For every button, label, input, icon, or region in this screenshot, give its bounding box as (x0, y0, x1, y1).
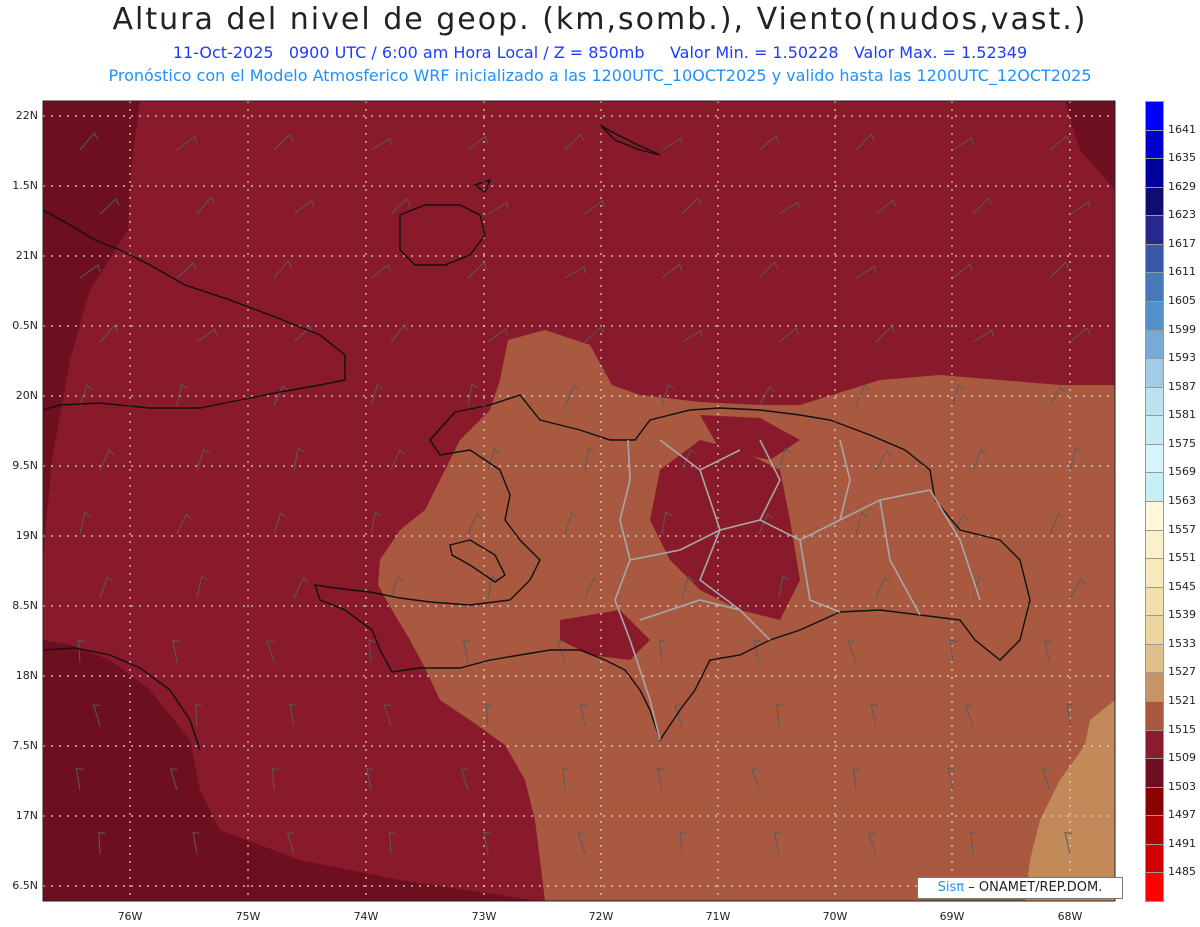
colorbar-swatch (1145, 701, 1164, 731)
colorbar-label: 1611 (1168, 265, 1196, 279)
colorbar-swatch (1145, 101, 1164, 131)
lon-label: 70W (822, 910, 848, 923)
colorbar-swatch (1145, 729, 1164, 760)
lat-label: 21N (15, 249, 38, 262)
lon-label: 69W (939, 910, 965, 923)
colorbar-swatch (1145, 358, 1164, 388)
lon-label: 76W (117, 910, 143, 923)
colorbar-swatch (1145, 472, 1164, 502)
colorbar-label: 1521 (1168, 694, 1196, 707)
colorbar-swatch (1145, 529, 1164, 560)
colorbar-label: 1551 (1168, 551, 1196, 565)
colorbar-label: 1593 (1168, 351, 1196, 365)
map-field (43, 101, 1115, 901)
colorbar-swatch (1145, 415, 1164, 445)
forecast-map (42, 100, 1116, 902)
sispi-logo: Sisπ (937, 880, 965, 895)
colorbar-label: 1581 (1168, 408, 1196, 422)
colorbar-swatch (1145, 758, 1164, 788)
lat-label: 1.5N (12, 179, 38, 192)
lat-label: 6.5N (12, 879, 38, 892)
lon-label: 68W (1057, 910, 1083, 923)
colorbar-label: 1515 (1168, 722, 1196, 736)
colorbar-swatch (1145, 158, 1164, 188)
lat-label: 19N (15, 529, 38, 542)
lon-label: 71W (705, 910, 731, 923)
colorbar-swatch (1145, 329, 1164, 360)
colorbar-label: 1485 (1168, 865, 1196, 879)
colorbar-label: 1503 (1168, 779, 1196, 793)
credit-text: – ONAMET/REP.DOM. (968, 880, 1103, 895)
colorbar-label: 1617 (1168, 236, 1196, 250)
colorbar-swatch (1145, 872, 1164, 902)
colorbar-label: 1491 (1168, 836, 1196, 850)
lon-label: 74W (353, 910, 379, 923)
colorbar-label: 1587 (1168, 379, 1196, 393)
colorbar-label: 1569 (1168, 465, 1196, 479)
colorbar-label: 1527 (1168, 665, 1196, 679)
colorbar-swatch (1145, 501, 1164, 531)
colorbar-swatch (1145, 443, 1164, 474)
lat-label: 7.5N (12, 739, 38, 752)
colorbar-swatch (1145, 129, 1164, 160)
colorbar-swatch (1145, 186, 1164, 217)
colorbar-label: 1629 (1168, 179, 1196, 193)
colorbar-swatch (1145, 786, 1164, 817)
colorbar-swatch (1145, 815, 1164, 845)
colorbar-swatch (1145, 243, 1164, 274)
credit-box: Sisπ – ONAMET/REP.DOM. (917, 877, 1123, 899)
colorbar-swatch (1145, 301, 1164, 331)
colorbar-label: 1575 (1168, 436, 1196, 450)
lat-label: 8.5N (12, 599, 38, 612)
colorbar-swatch (1145, 843, 1164, 874)
colorbar-label: 1539 (1168, 608, 1196, 622)
lon-label: 75W (235, 910, 261, 923)
lon-label: 73W (471, 910, 497, 923)
colorbar-swatch (1145, 615, 1164, 645)
lat-label: 18N (15, 669, 38, 682)
colorbar-swatch (1145, 672, 1164, 702)
colorbar-swatch (1145, 558, 1164, 588)
colorbar-label: 1545 (1168, 579, 1196, 593)
colorbar-swatch (1145, 643, 1164, 674)
lon-label: 72W (588, 910, 614, 923)
lat-label: 17N (15, 809, 38, 822)
lat-label: 22N (15, 109, 38, 122)
colorbar-label: 1557 (1168, 522, 1196, 536)
colorbar-label: 1605 (1168, 294, 1196, 307)
lat-label: 0.5N (12, 319, 38, 332)
colorbar-label: 1563 (1168, 494, 1196, 507)
lat-label: 20N (15, 389, 38, 402)
lat-label: 9.5N (12, 459, 38, 472)
colorbar-label: 1533 (1168, 636, 1196, 650)
colorbar-swatch (1145, 272, 1164, 302)
colorbar-label: 1635 (1168, 151, 1196, 165)
colorbar-label: 1641 (1168, 122, 1196, 136)
colorbar-label: 1497 (1168, 808, 1196, 822)
colorbar-swatch (1145, 215, 1164, 245)
colorbar-label: 1509 (1168, 751, 1196, 765)
colorbar-swatch (1145, 586, 1164, 617)
colorbar-label: 1623 (1168, 208, 1196, 222)
colorbar-swatch (1145, 386, 1164, 417)
colorbar-label: 1599 (1168, 322, 1196, 336)
